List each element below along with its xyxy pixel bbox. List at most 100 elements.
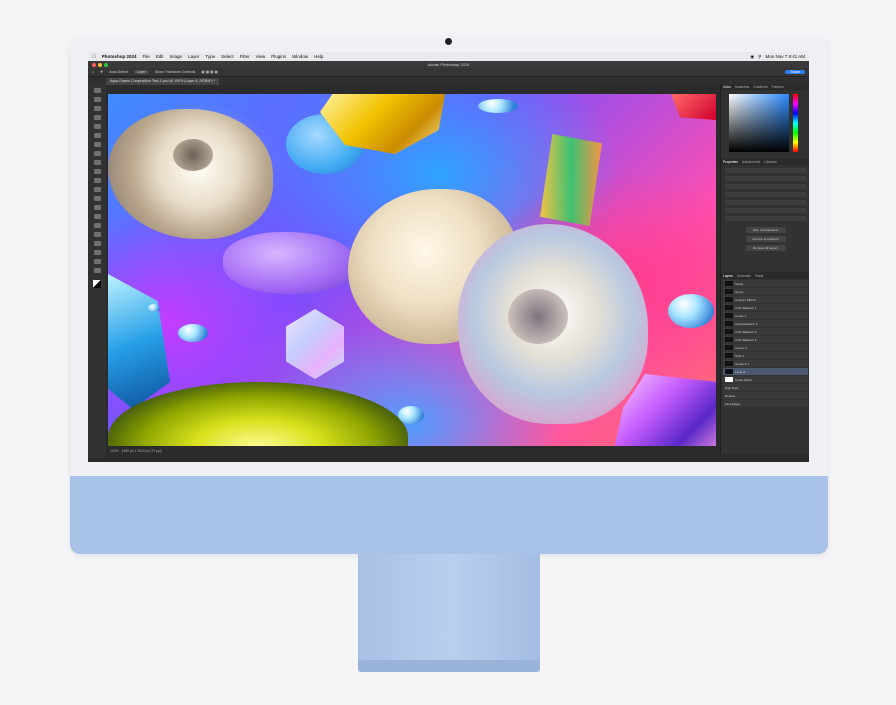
wifi-icon[interactable]: ◉: [750, 54, 754, 60]
layer-row[interactable]: Reduce: [723, 392, 808, 399]
menu-clock[interactable]: Mon Nov 7 9:41 AM: [765, 54, 805, 60]
color-picker-field[interactable]: [729, 94, 789, 152]
menu-select[interactable]: Select: [221, 54, 234, 59]
tab-gradients[interactable]: Gradients: [753, 84, 767, 90]
document-canvas[interactable]: [108, 94, 716, 446]
layer-row[interactable]: Gradient 1: [723, 360, 808, 367]
menu-help[interactable]: Help: [314, 54, 323, 59]
auto-select-dropdown[interactable]: Layer: [133, 70, 149, 74]
eyedropper-tool[interactable]: [93, 142, 101, 147]
dodge-tool[interactable]: [93, 214, 101, 219]
move-tool-icon[interactable]: ✥: [100, 70, 103, 74]
layer-row[interactable]: Color Balance 1: [723, 304, 808, 311]
tab-adjustments[interactable]: Adjustments: [742, 159, 760, 165]
lasso-tool[interactable]: [93, 106, 101, 111]
auto-select-checkbox[interactable]: Auto-Select: [109, 70, 128, 74]
menu-view[interactable]: View: [256, 54, 266, 59]
zoom-level[interactable]: 100%: [110, 449, 119, 453]
layer-row[interactable]: Levels 1: [723, 312, 808, 319]
type-tool[interactable]: [93, 232, 101, 237]
properties-panel: Properties Adjustments Libraries Vert. C…: [720, 159, 809, 272]
search-icon[interactable]: ⚲: [758, 54, 761, 60]
droplet: [178, 324, 208, 342]
layer-row[interactable]: Color Balance 3: [723, 336, 808, 343]
menu-plugins[interactable]: Plugins: [271, 54, 286, 59]
zoom-tool[interactable]: [93, 268, 101, 273]
blur-tool[interactable]: [93, 205, 101, 210]
tools-panel: [88, 84, 106, 458]
brush-tool[interactable]: [93, 160, 101, 165]
properties-row[interactable]: [725, 184, 806, 189]
tab-patterns[interactable]: Patterns: [771, 84, 783, 90]
document-tab[interactable]: Aqua Drams Composition Test-1.psd @ 100%…: [106, 78, 220, 85]
history-brush-tool[interactable]: [93, 178, 101, 183]
properties-row[interactable]: [725, 176, 806, 181]
layer-row[interactable]: Hue/Saturation 2: [723, 320, 808, 327]
move-tool[interactable]: [93, 88, 101, 93]
purple-liquid-shape: [223, 232, 358, 294]
layer-row[interactable]: Find Edges: [723, 400, 808, 407]
glass-cube-shape: [286, 309, 344, 379]
remove-layers-button[interactable]: Remove All Layers: [745, 245, 786, 251]
tab-color[interactable]: Color: [723, 84, 731, 90]
layer-row[interactable]: Ambient Effects: [723, 296, 808, 303]
share-button[interactable]: Share: [785, 70, 805, 74]
imac-chin: [70, 476, 828, 554]
layer-name: High Pass: [725, 385, 739, 390]
path-selection-tool[interactable]: [93, 241, 101, 246]
layer-row[interactable]: Shell 1: [723, 352, 808, 359]
layer-row-selected[interactable]: Layer 8: [723, 368, 808, 375]
layer-row[interactable]: Smart Filters: [723, 376, 808, 383]
crop-tool[interactable]: [93, 124, 101, 129]
menu-image[interactable]: Image: [170, 54, 183, 59]
eraser-tool[interactable]: [93, 187, 101, 192]
layer-row[interactable]: Curves 1: [723, 344, 808, 351]
tab-paths[interactable]: Paths: [755, 273, 763, 279]
properties-row[interactable]: [725, 192, 806, 197]
menu-edit[interactable]: Edit: [156, 54, 164, 59]
tab-properties[interactable]: Properties: [723, 159, 738, 165]
layer-thumbnail: [725, 289, 733, 294]
healing-tool[interactable]: [93, 151, 101, 156]
transform-controls-checkbox[interactable]: Show Transform Controls: [155, 70, 196, 74]
menu-layer[interactable]: Layer: [188, 54, 199, 59]
home-icon[interactable]: ⌂: [92, 70, 94, 74]
layer-name: Group: [735, 289, 744, 294]
vert-combinations-button[interactable]: Vert. Combinations: [745, 227, 786, 233]
menu-file[interactable]: File: [143, 54, 150, 59]
layer-row[interactable]: Group: [723, 288, 808, 295]
layer-thumbnail: [725, 281, 733, 286]
tab-channels[interactable]: Channels: [737, 273, 751, 279]
layer-row[interactable]: Shells: [723, 280, 808, 287]
apple-logo-icon[interactable]: : [92, 54, 96, 60]
gradient-tool[interactable]: [93, 196, 101, 201]
shape-tool[interactable]: [93, 250, 101, 255]
tab-swatches[interactable]: Swatches: [735, 84, 749, 90]
layer-thumbnail: [725, 369, 733, 374]
layer-row[interactable]: Color Balance 2: [723, 328, 808, 335]
menu-filter[interactable]: Filter: [240, 54, 250, 59]
hue-slider[interactable]: [793, 94, 798, 152]
tab-libraries[interactable]: Libraries: [764, 159, 777, 165]
frame-tool[interactable]: [93, 133, 101, 138]
layer-row[interactable]: High Pass: [723, 384, 808, 391]
properties-row[interactable]: [725, 216, 806, 221]
layer-thumbnail: [725, 353, 733, 358]
properties-row[interactable]: [725, 208, 806, 213]
align-icons[interactable]: ▦ ▦ ▦ ▦: [201, 70, 218, 74]
document-size: 4480 px x 2520 px (72 ppi): [121, 449, 162, 453]
properties-row[interactable]: [725, 168, 806, 173]
menu-window[interactable]: Window: [292, 54, 308, 59]
camera-icon: [445, 38, 452, 45]
convert-artboard-button[interactable]: Convert to Artboard: [745, 236, 786, 242]
properties-row[interactable]: [725, 200, 806, 205]
select-subject-tool[interactable]: [93, 115, 101, 120]
clone-stamp-tool[interactable]: [93, 169, 101, 174]
marquee-tool[interactable]: [93, 97, 101, 102]
pen-tool[interactable]: [93, 223, 101, 228]
color-swatches[interactable]: [93, 280, 101, 288]
tab-layers[interactable]: Layers: [723, 273, 733, 279]
menu-type[interactable]: Type: [205, 54, 215, 59]
menu-app-name[interactable]: Photoshop 2024: [102, 54, 137, 59]
hand-tool[interactable]: [93, 259, 101, 264]
